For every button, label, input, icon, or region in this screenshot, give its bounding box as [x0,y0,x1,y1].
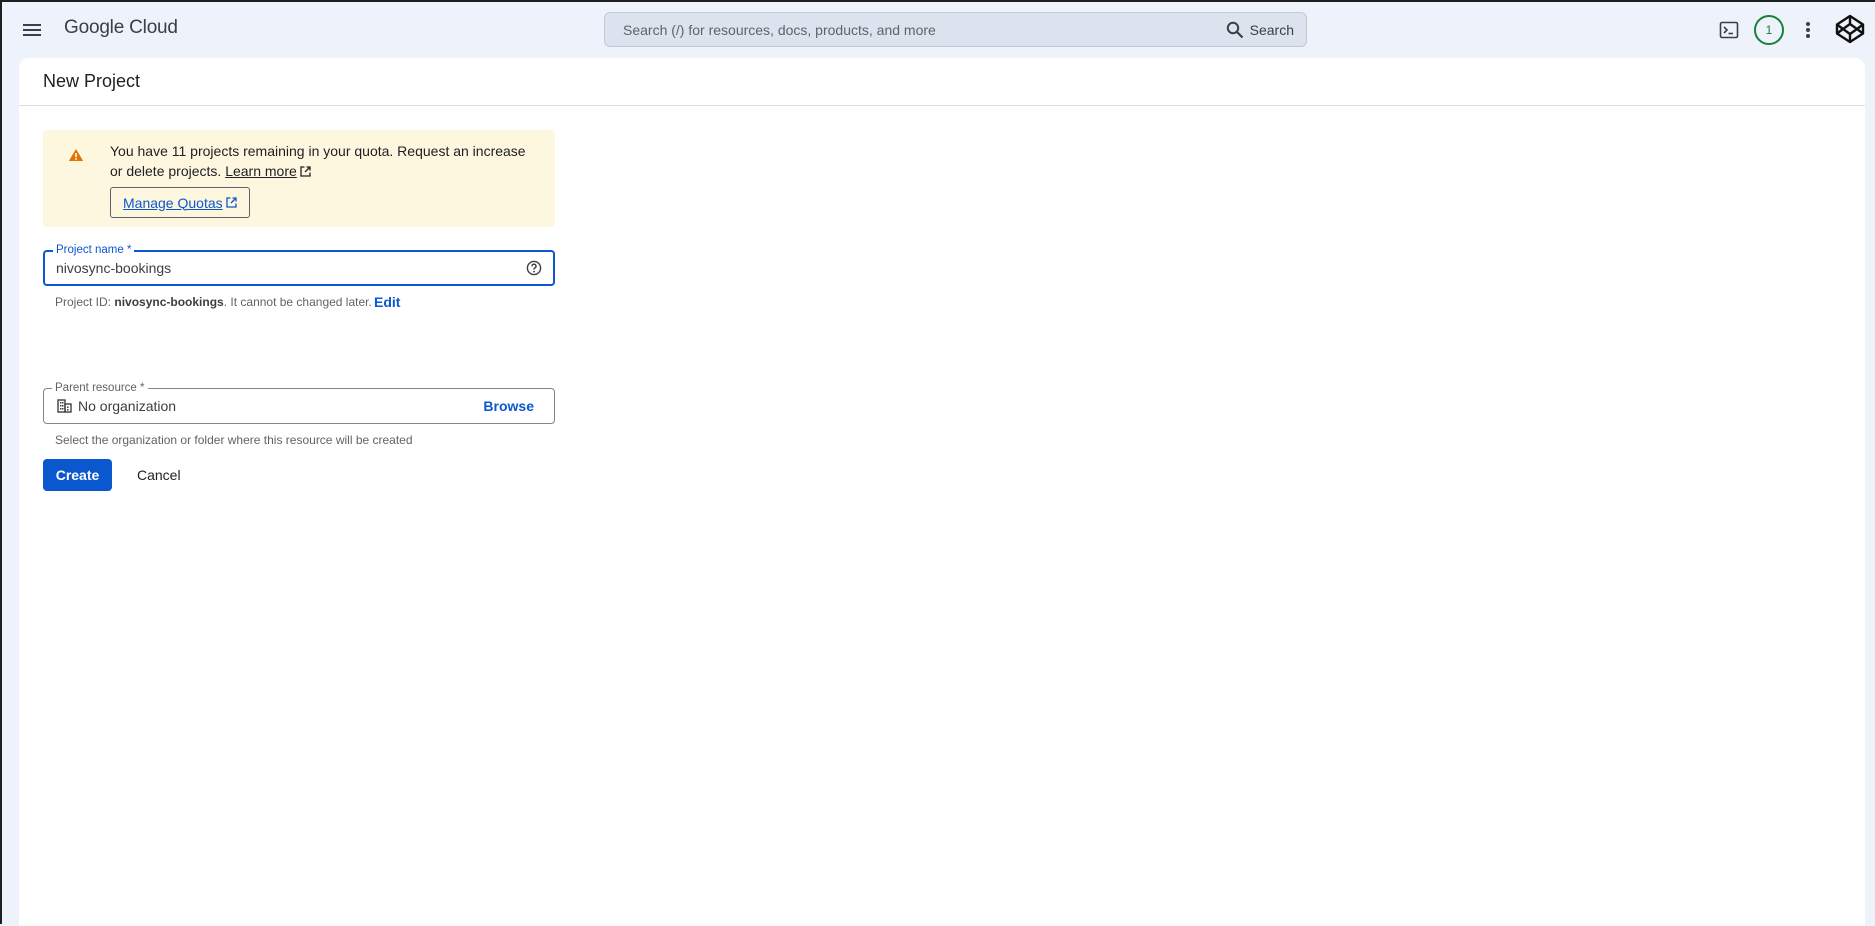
learn-more-link[interactable]: Learn more [225,163,297,179]
browse-button[interactable]: Browse [483,398,534,414]
manage-quotas-button[interactable]: Manage Quotas [110,187,250,218]
quota-alert: You have 11 projects remaining in your q… [43,130,555,227]
help-icon[interactable] [526,260,542,276]
notification-count-badge: 1 [1754,15,1784,45]
edit-project-id-link[interactable]: Edit [374,294,400,310]
more-vert-icon [1806,22,1810,38]
main-menu-button[interactable] [16,14,48,46]
manage-quotas-label: Manage Quotas [123,194,223,211]
parent-resource-label: Parent resource * [52,381,148,395]
terminal-icon [1719,21,1739,39]
search-input[interactable] [605,13,1218,46]
top-bar: Google Cloud Search 1 [2,2,1875,56]
page-header: New Project [19,58,1865,106]
learn-more-label: Learn more [225,163,297,179]
app-frame: Google Cloud Search 1 [0,0,1875,926]
codepen-logo-icon [1835,14,1865,44]
project-id-value: nivosync-bookings [114,295,224,309]
warning-icon [68,149,84,161]
google-cloud-logo[interactable]: Google Cloud [64,17,178,39]
parent-resource-value: No organization [78,398,177,414]
cancel-button[interactable]: Cancel [129,459,189,491]
search-button-label: Search [1249,21,1294,38]
open-in-new-icon [225,197,237,208]
page-title: New Project [43,71,141,91]
project-name-field[interactable]: Project name * [43,243,555,286]
project-id-suffix: . It cannot be changed later. [223,295,372,309]
search-icon [1226,21,1243,38]
domain-icon [57,399,72,413]
account-avatar-button[interactable] [1833,12,1867,46]
notifications-button[interactable]: 1 [1753,14,1785,46]
search-button[interactable]: Search [1218,13,1306,46]
search-bar: Search [604,12,1307,47]
project-name-input[interactable] [56,252,496,284]
create-button[interactable]: Create [43,459,112,491]
project-id-prefix: Project ID: [55,295,112,309]
project-id-hint: Project ID: nivosync-bookings. It cannot… [55,295,372,309]
main-card: New Project You have 11 projects remaini… [19,58,1865,926]
open-in-new-icon [300,166,311,177]
parent-resource-field: Parent resource * No organization Browse [43,381,555,424]
quota-alert-message: You have 11 projects remaining in your q… [110,141,540,181]
more-options-button[interactable] [1792,14,1824,46]
cloud-shell-button[interactable] [1713,14,1745,46]
parent-resource-hint: Select the organization or folder where … [55,433,413,447]
quota-alert-text: You have 11 projects remaining in your q… [110,143,526,179]
hamburger-menu-icon [23,24,41,36]
